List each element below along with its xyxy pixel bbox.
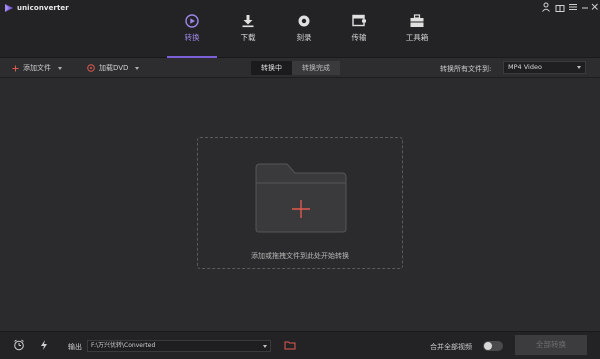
tab-convert[interactable]: 转换 bbox=[167, 14, 217, 58]
transfer-icon bbox=[352, 14, 366, 27]
tab-convert-label: 转换 bbox=[184, 33, 200, 42]
toolbox-icon bbox=[410, 14, 424, 27]
add-files-label: 添加文件 bbox=[23, 64, 51, 72]
close-icon[interactable] bbox=[589, 2, 600, 12]
top-bar: uniconverter 转换 下载 刻录 传输 工具箱 bbox=[0, 0, 600, 58]
menu-icon[interactable] bbox=[567, 2, 579, 12]
tab-download-label: 下载 bbox=[240, 33, 256, 42]
output-format-value: MP4 Video bbox=[508, 63, 542, 71]
drop-zone-text: 添加或拖拽文件到此处开始转换 bbox=[251, 252, 349, 260]
alarm-clock-icon[interactable] bbox=[13, 339, 25, 351]
chevron-down-icon bbox=[577, 66, 581, 69]
download-icon bbox=[242, 15, 254, 28]
output-label: 输出 bbox=[68, 343, 82, 351]
tab-transfer-label: 传输 bbox=[351, 33, 367, 42]
tab-burn-label: 刻录 bbox=[296, 33, 312, 42]
convert-icon bbox=[185, 14, 199, 28]
load-dvd-label: 加载DVD bbox=[99, 64, 129, 72]
output-path-select[interactable]: F:\万兴优转\Converted bbox=[87, 340, 271, 352]
app-name: uniconverter bbox=[17, 4, 69, 12]
status-segmented-control: 转换中 转换完成 bbox=[251, 61, 340, 75]
chevron-down-icon bbox=[135, 66, 140, 70]
merge-all-label: 合并全部视频 bbox=[430, 343, 472, 351]
file-drop-zone[interactable]: 添加或拖拽文件到此处开始转换 bbox=[197, 137, 403, 269]
tab-toolbox-label: 工具箱 bbox=[405, 33, 429, 42]
tab-toolbox[interactable]: 工具箱 bbox=[392, 14, 442, 58]
tab-transfer[interactable]: 传输 bbox=[334, 14, 384, 58]
app-logo: uniconverter bbox=[4, 3, 69, 13]
high-speed-icon[interactable] bbox=[38, 339, 50, 351]
convert-all-button[interactable]: 全部转换 bbox=[515, 335, 587, 355]
chevron-down-icon bbox=[58, 66, 62, 70]
toggle-knob bbox=[484, 342, 492, 350]
convert-all-to-label: 转换所有文件到: bbox=[440, 65, 492, 73]
chevron-down-icon bbox=[263, 345, 267, 348]
tab-burn[interactable]: 刻录 bbox=[279, 14, 329, 58]
load-dvd-button[interactable]: 加载DVD bbox=[87, 63, 140, 73]
output-format-select[interactable]: MP4 Video bbox=[503, 61, 586, 74]
uniconverter-logo-icon bbox=[5, 4, 13, 12]
tab-finished[interactable]: 转换完成 bbox=[292, 61, 340, 75]
folder-add-icon bbox=[255, 163, 347, 233]
tab-converting[interactable]: 转换中 bbox=[251, 61, 292, 75]
add-files-button[interactable]: 添加文件 bbox=[12, 63, 62, 73]
dvd-icon bbox=[87, 64, 95, 72]
gift-icon[interactable] bbox=[554, 2, 566, 12]
plus-icon bbox=[12, 65, 19, 71]
user-icon[interactable] bbox=[540, 2, 552, 12]
open-folder-icon[interactable] bbox=[284, 339, 296, 351]
tab-download[interactable]: 下载 bbox=[223, 14, 273, 58]
merge-all-toggle[interactable] bbox=[483, 341, 503, 351]
output-path-value: F:\万兴优转\Converted bbox=[91, 342, 156, 349]
burn-disc-icon bbox=[298, 15, 310, 27]
